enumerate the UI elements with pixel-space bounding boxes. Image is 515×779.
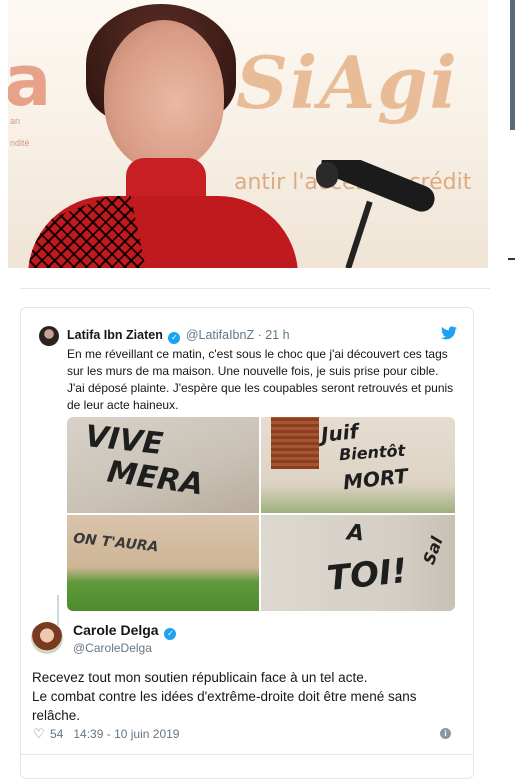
graffiti-text: TOI! — [325, 550, 410, 600]
avatar[interactable] — [31, 622, 63, 654]
info-icon[interactable]: i — [440, 728, 451, 739]
tweet-time[interactable]: · 21 h — [258, 328, 290, 342]
graffiti-text: ON T'AURA — [72, 530, 160, 556]
verified-icon: ✓ — [164, 628, 177, 640]
author-handle[interactable]: @LatifaIbnZ — [186, 328, 254, 342]
quoted-tweet-body: En me réveillant ce matin, c'est sous le… — [67, 347, 454, 412]
tweet-meta: ♡ 54 14:39 - 10 juin 2019 — [33, 726, 179, 742]
photo-graffiti-3[interactable]: ON T'AURA — [67, 515, 259, 611]
photo-graffiti-2[interactable]: Juif Bientôt MORT — [261, 417, 455, 513]
section-divider — [20, 288, 490, 289]
hero-left-note: an ndité — [10, 110, 30, 154]
hero-left-note-1: an — [10, 116, 21, 126]
sidebar-edge — [498, 0, 515, 761]
graffiti-text: MERA — [105, 454, 206, 503]
hero-logo: SiAgi — [236, 40, 459, 125]
thread-connector — [57, 595, 59, 625]
tweet-text-line: Recevez tout mon soutien républicain fac… — [32, 670, 368, 685]
author-name-text[interactable]: Carole Delga — [73, 622, 159, 638]
quoted-tweet-text: En me réveillant ce matin, c'est sous le… — [67, 346, 459, 414]
hero-left-note-2: ndité — [10, 138, 30, 148]
author-handle[interactable]: @CaroleDelga — [73, 641, 152, 655]
twitter-bird-icon[interactable] — [441, 326, 457, 340]
tweet-photo-grid: VIVE MERA Juif Bientôt MORT ON T'AURA A … — [67, 417, 455, 611]
graffiti-text: Sal — [419, 534, 447, 567]
graffiti-text: MORT — [341, 463, 410, 495]
tweet-timestamp[interactable]: 14:39 - 10 juin 2019 — [73, 727, 179, 741]
graffiti-text: A — [346, 520, 365, 547]
author-name[interactable]: Carole Delga ✓ — [73, 622, 178, 640]
window-shutter — [271, 417, 319, 469]
graffiti-text: Juif — [319, 419, 360, 447]
article-hero-photo: a an ndité SiAgi antir l'accès au crédit — [8, 0, 488, 268]
quoted-tweet-header: Latifa Ibn Ziaten ✓ @LatifaIbnZ · 21 h — [67, 328, 290, 344]
tweet-text: Recevez tout mon soutien républicain fac… — [32, 668, 452, 725]
sidebar-thumbnail[interactable] — [510, 0, 515, 130]
microphone-icon — [316, 160, 435, 268]
sidebar-divider — [508, 258, 515, 260]
heart-icon[interactable]: ♡ — [33, 726, 45, 742]
author-name[interactable]: Latifa Ibn Ziaten — [67, 328, 163, 342]
tweet-text-line: Le combat contre les idées d'extrême-dro… — [32, 689, 417, 723]
photo-graffiti-1[interactable]: VIVE MERA — [67, 417, 259, 513]
card-bottom-divider — [21, 754, 473, 755]
avatar[interactable] — [39, 326, 59, 346]
graffiti-text: Bientôt — [338, 440, 406, 465]
speaker-face — [104, 20, 224, 170]
like-count[interactable]: 54 — [50, 727, 63, 741]
photo-graffiti-4[interactable]: A TOI! Sal — [261, 515, 455, 611]
verified-icon: ✓ — [168, 332, 181, 344]
embedded-tweet: Latifa Ibn Ziaten ✓ @LatifaIbnZ · 21 h E… — [20, 307, 474, 779]
